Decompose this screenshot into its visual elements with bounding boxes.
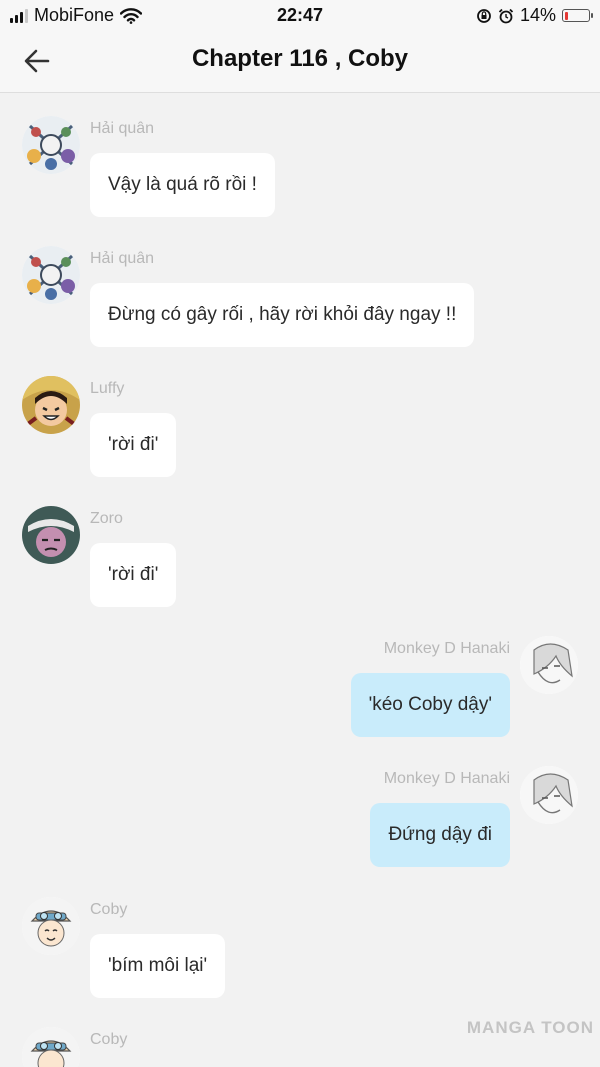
message-bubble[interactable]: 'bím môi lại' — [90, 934, 226, 998]
chat-message: Monkey D Hanaki 'kéo Coby dậy' — [0, 613, 600, 743]
coby-avatar-icon[interactable] — [22, 1027, 80, 1067]
message-bubble[interactable]: 'kéo Coby dậy' — [350, 673, 510, 737]
status-right: 14% — [476, 5, 593, 26]
chat-message: Zoro 'rời đi' — [0, 483, 600, 613]
page-title: Chapter 116 , Coby — [191, 45, 409, 72]
battery-percent: 14% — [519, 5, 556, 25]
marines-avatar-icon[interactable] — [22, 116, 80, 174]
luffy-avatar-icon[interactable] — [22, 376, 80, 434]
sender-name: Coby — [90, 1031, 128, 1048]
rotation-lock-icon — [477, 8, 491, 23]
sender-name: Hải quân — [90, 120, 155, 137]
chat-message: Hải quân Vậy là quá rõ rồi ! — [0, 93, 600, 223]
hanaki-avatar-icon[interactable] — [520, 766, 578, 824]
chat-list[interactable]: Hải quân Vậy là quá rõ rồi ! Hải quân Đừ… — [0, 93, 600, 1067]
alarm-icon — [498, 8, 514, 23]
message-bubble[interactable]: Vậy là quá rõ rồi ! — [90, 153, 275, 217]
chat-message: Coby 'bím môi lại' — [0, 874, 600, 1004]
sender-name: Monkey D Hanaki — [383, 770, 510, 787]
status-bar: MobiFone 22:47 14% — [0, 0, 600, 30]
sender-name: Zoro — [90, 510, 123, 527]
watermark-logo: MANGA TOON — [466, 1018, 594, 1037]
zoro-avatar-icon[interactable] — [22, 506, 80, 564]
sender-name: Hải quân — [90, 250, 155, 267]
battery-icon — [562, 9, 593, 22]
sender-name: Coby — [90, 901, 128, 918]
message-bubble[interactable]: 'rời đi' — [90, 543, 177, 607]
hanaki-avatar-icon[interactable] — [520, 636, 578, 694]
message-bubble[interactable]: Đừng có gây rối , hãy rời khỏi đây ngay … — [90, 283, 475, 347]
marines-avatar-icon[interactable] — [22, 246, 80, 304]
chat-message: Hải quân Đừng có gây rối , hãy rời khỏi … — [0, 223, 600, 353]
sender-name: Monkey D Hanaki — [383, 640, 510, 657]
coby-avatar-icon[interactable] — [22, 897, 80, 955]
message-bubble[interactable]: 'rời đi' — [90, 413, 177, 477]
battery-level — [564, 11, 568, 20]
chat-message: Luffy 'rời đi' — [0, 353, 600, 483]
nav-bar: Chapter 116 , Coby — [0, 30, 600, 93]
message-bubble[interactable]: Đứng dậy đi — [370, 803, 510, 867]
sender-name: Luffy — [90, 380, 125, 397]
chat-message: Monkey D Hanaki Đứng dậy đi — [0, 743, 600, 873]
